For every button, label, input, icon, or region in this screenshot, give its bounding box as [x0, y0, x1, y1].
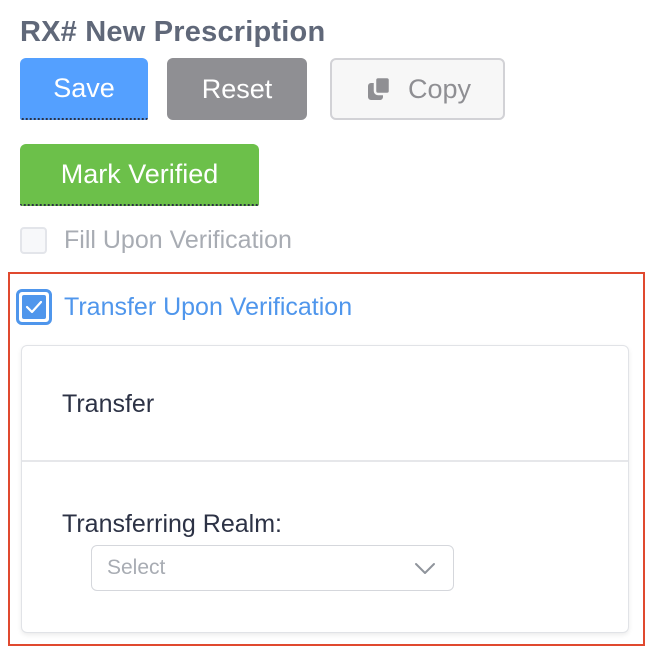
transfer-upon-verification-checkbox[interactable]: [16, 289, 52, 325]
save-button[interactable]: Save: [20, 58, 148, 120]
fill-upon-verification-checkbox[interactable]: [20, 227, 47, 254]
fill-upon-verification-label: Fill Upon Verification: [64, 226, 292, 254]
reset-button[interactable]: Reset: [167, 58, 307, 120]
transferring-realm-label: Transferring Realm:: [62, 510, 282, 538]
transferring-realm-select[interactable]: Select: [91, 545, 454, 591]
mark-verified-button[interactable]: Mark Verified: [20, 144, 259, 206]
copy-icon: [367, 75, 392, 100]
fill-upon-verification-option[interactable]: Fill Upon Verification: [20, 226, 292, 255]
transfer-card-header: Transfer: [22, 346, 628, 462]
transferring-realm-select-placeholder: Select: [107, 556, 166, 579]
transfer-upon-verification-label: Transfer Upon Verification: [64, 292, 353, 321]
chevron-down-icon: [415, 563, 435, 574]
copy-button-label: Copy: [407, 73, 472, 104]
transfer-card-title: Transfer: [62, 390, 155, 418]
prescription-page: RX# New Prescription Save Reset Copy Mar…: [0, 0, 656, 658]
copy-button[interactable]: Copy: [330, 58, 505, 120]
page-title: RX# New Prescription: [20, 16, 326, 48]
transfer-card: Transfer Transferring Realm: Select: [21, 345, 629, 633]
checkmark-icon: [25, 300, 43, 314]
transfer-upon-verification-option[interactable]: Transfer Upon Verification: [16, 289, 352, 325]
